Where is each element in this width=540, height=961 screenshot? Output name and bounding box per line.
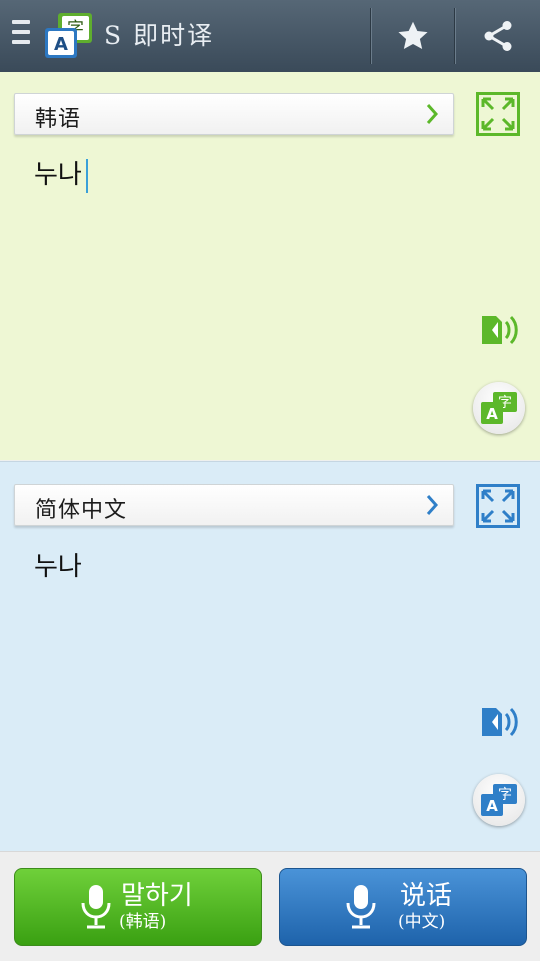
translate-icon: 字 A [481,392,517,424]
source-text-input[interactable]: 누나 [34,154,88,193]
header-divider [370,8,371,64]
source-language-label: 韩语 [35,107,82,132]
speak-chinese-sublabel: (中文) [398,912,446,932]
expand-icon [476,484,520,528]
target-expand-button[interactable] [476,484,520,528]
source-speak-button[interactable] [478,312,524,348]
logo-glyph-bottom: A [54,34,68,55]
translate-glyph-bottom: A [486,797,498,815]
speak-chinese-button[interactable]: 说话 (中文) [279,868,527,946]
target-translate-button[interactable]: 字 A [473,774,525,826]
target-panel: 简体中文 누나 字 A [0,461,540,852]
translate-icon: 字 A [481,784,517,816]
target-speak-button[interactable] [478,704,524,740]
microphone-icon [346,885,376,929]
target-language-selector[interactable]: 简体中文 [14,484,454,526]
microphone-icon [81,885,111,929]
speaker-icon [482,707,518,737]
chevron-right-icon [426,495,439,515]
favorite-button[interactable] [372,0,454,72]
share-button[interactable] [456,0,540,72]
app-logo-icon: 字 A [44,12,94,60]
chevron-right-icon [426,104,439,124]
source-text: 누나 [34,160,82,190]
target-text: 누나 [34,552,82,582]
share-icon [484,21,512,51]
source-language-selector[interactable]: 韩语 [14,93,454,135]
source-panel: 韩语 누나 字 A [0,72,540,460]
source-translate-button[interactable]: 字 A [473,382,525,434]
app-title: S 即时译 [104,21,215,50]
target-language-label: 简体中文 [35,498,128,523]
speaker-icon [482,315,518,345]
speak-korean-sublabel: (韩语) [119,912,167,932]
menu-icon[interactable] [12,20,30,50]
speak-korean-button[interactable]: 말하기 (韩语) [14,868,262,946]
bottom-bar: 말하기 (韩语) 说话 (中文) [0,851,540,961]
target-text-output: 누나 [34,546,82,583]
source-expand-button[interactable] [476,92,520,136]
expand-icon [476,92,520,136]
text-cursor [85,158,88,193]
app-header: 字 A S 即时译 [0,0,540,72]
translate-glyph-bottom: A [486,405,498,423]
star-icon [398,21,428,50]
header-divider [454,8,455,64]
